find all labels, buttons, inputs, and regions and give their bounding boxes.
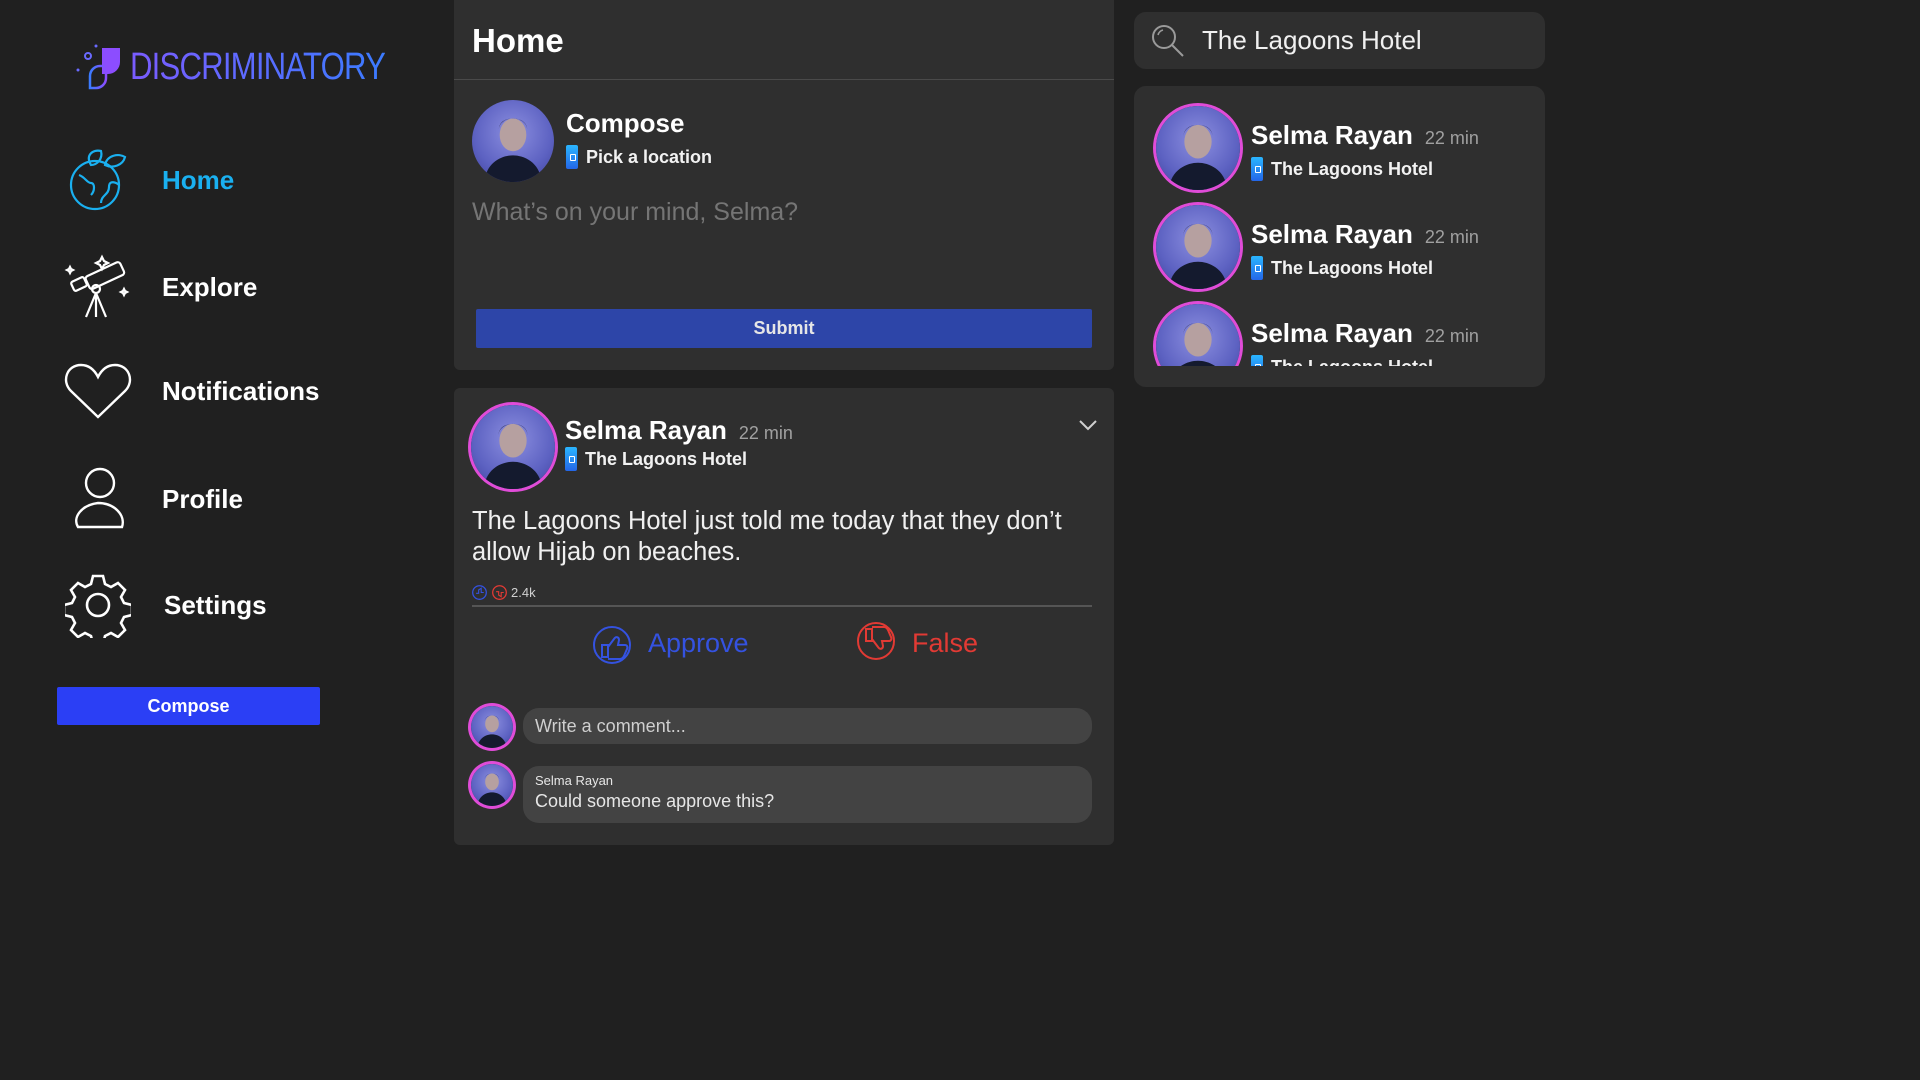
submit-button[interactable]: Submit bbox=[476, 309, 1092, 348]
telescope-icon bbox=[62, 251, 134, 323]
search-input[interactable] bbox=[1202, 25, 1522, 56]
nav-label-notifications: Notifications bbox=[162, 375, 320, 406]
result-location-label: The Lagoons Hotel bbox=[1271, 257, 1433, 278]
result-author: Selma Rayan 22 min bbox=[1251, 120, 1479, 151]
location-tag-icon bbox=[1251, 157, 1263, 181]
comment-author[interactable]: Selma Rayan bbox=[535, 773, 1080, 788]
result-location-label: The Lagoons Hotel bbox=[1271, 357, 1433, 367]
thumbs-up-icon bbox=[593, 626, 631, 664]
result-location: The Lagoons Hotel bbox=[1251, 256, 1433, 280]
approve-reaction-icon bbox=[472, 585, 487, 600]
post-author-name: Selma Rayan bbox=[565, 415, 727, 445]
post-author[interactable]: Selma Rayan 22 min bbox=[565, 415, 793, 446]
post-card: Selma Rayan 22 min The Lagoons Hotel The… bbox=[454, 388, 1114, 845]
result-avatar bbox=[1156, 304, 1240, 366]
heart-icon bbox=[62, 355, 134, 427]
globe-leaf-icon bbox=[62, 144, 134, 216]
nav-label-home: Home bbox=[162, 164, 235, 195]
post-location[interactable]: The Lagoons Hotel bbox=[565, 447, 747, 471]
compose-title: Compose bbox=[566, 108, 685, 138]
person-portrait-icon bbox=[477, 773, 507, 806]
post-body: The Lagoons Hotel just told me today tha… bbox=[472, 507, 1062, 566]
brand-logo[interactable]: DISCRIMINATORY bbox=[72, 42, 441, 92]
comment: Selma Rayan Could someone approve this? bbox=[523, 766, 1092, 823]
search-bar bbox=[1134, 12, 1545, 69]
avatar[interactable] bbox=[472, 100, 554, 182]
false-reaction-icon bbox=[492, 585, 507, 600]
result-location: The Lagoons Hotel bbox=[1251, 157, 1433, 181]
pick-location[interactable]: Pick a location bbox=[566, 145, 712, 169]
result-location-label: The Lagoons Hotel bbox=[1271, 158, 1433, 179]
nav-item-explore[interactable]: Explore bbox=[62, 251, 257, 323]
result-author-name: Selma Rayan bbox=[1251, 219, 1413, 249]
brand-name: DISCRIMINATORY bbox=[130, 45, 386, 88]
nav-item-settings[interactable]: Settings bbox=[62, 569, 267, 641]
person-portrait-icon bbox=[477, 715, 507, 748]
result-author-name: Selma Rayan bbox=[1251, 318, 1413, 348]
person-portrait-icon bbox=[1180, 322, 1216, 366]
nav-label-explore: Explore bbox=[162, 271, 258, 302]
comment-author-avatar[interactable] bbox=[471, 764, 513, 806]
post-location-label: The Lagoons Hotel bbox=[585, 448, 747, 469]
logo-mark-icon bbox=[76, 44, 120, 90]
result-time: 22 min bbox=[1424, 326, 1479, 346]
post-time: 22 min bbox=[738, 423, 793, 443]
result-time: 22 min bbox=[1424, 227, 1479, 247]
result-location: The Lagoons Hotel bbox=[1251, 355, 1433, 366]
result-author: Selma Rayan 22 min bbox=[1251, 318, 1479, 349]
false-label: False bbox=[912, 627, 979, 658]
location-tag-icon bbox=[565, 447, 577, 471]
false-button[interactable]: False bbox=[854, 621, 978, 665]
comment-input[interactable] bbox=[523, 708, 1092, 744]
compose-button[interactable]: Compose bbox=[57, 687, 320, 725]
search-result-item[interactable]: Selma Rayan 22 min The Lagoons Hotel bbox=[1134, 104, 1545, 200]
person-portrait-icon bbox=[1168, 223, 1228, 289]
approve-button[interactable]: Approve bbox=[590, 621, 749, 665]
divider bbox=[472, 605, 1092, 607]
user-icon bbox=[62, 463, 134, 535]
pick-location-label: Pick a location bbox=[586, 146, 713, 167]
post-author-avatar[interactable] bbox=[471, 405, 555, 489]
search-results: Selma Rayan 22 min The Lagoons Hotel Sel… bbox=[1134, 86, 1545, 387]
approve-label: Approve bbox=[648, 627, 749, 658]
comment-text: Could someone approve this? bbox=[535, 791, 775, 811]
location-tag-icon bbox=[566, 145, 578, 169]
result-author: Selma Rayan 22 min bbox=[1251, 219, 1479, 250]
location-tag-icon bbox=[1251, 256, 1263, 280]
gear-icon bbox=[62, 569, 134, 641]
nav-item-notifications[interactable]: Notifications bbox=[62, 355, 319, 427]
app-root: DISCRIMINATORY Home Explore Notification… bbox=[0, 0, 1568, 882]
post-input[interactable] bbox=[472, 198, 1092, 227]
search-results-list: Selma Rayan 22 min The Lagoons Hotel Sel… bbox=[1134, 86, 1545, 366]
thumbs-down-icon bbox=[857, 622, 895, 660]
person-portrait-icon bbox=[484, 118, 542, 182]
reaction-count: 2.4k bbox=[511, 585, 536, 600]
nav-label-settings: Settings bbox=[164, 589, 267, 620]
result-avatar bbox=[1156, 205, 1240, 289]
chevron-down-icon[interactable] bbox=[1078, 418, 1098, 432]
page-title: Home bbox=[454, 0, 1114, 80]
compose-card: Home Compose Pick a location Submit bbox=[454, 0, 1114, 370]
person-portrait-icon bbox=[1168, 124, 1228, 190]
result-avatar bbox=[1156, 106, 1240, 190]
result-author-name: Selma Rayan bbox=[1251, 120, 1413, 150]
commenter-avatar[interactable] bbox=[471, 706, 513, 748]
nav-item-home[interactable]: Home bbox=[62, 144, 234, 216]
search-icon[interactable] bbox=[1150, 23, 1186, 59]
reaction-summary[interactable]: 2.4k bbox=[471, 584, 536, 601]
result-time: 22 min bbox=[1424, 128, 1479, 148]
person-portrait-icon bbox=[483, 423, 543, 489]
nav-item-profile[interactable]: Profile bbox=[62, 463, 243, 535]
search-result-item[interactable]: Selma Rayan 22 min The Lagoons Hotel bbox=[1134, 203, 1545, 299]
location-tag-icon bbox=[1251, 355, 1263, 366]
nav-label-profile: Profile bbox=[162, 483, 243, 514]
search-result-item[interactable]: Selma Rayan 22 min The Lagoons Hotel bbox=[1134, 302, 1545, 366]
